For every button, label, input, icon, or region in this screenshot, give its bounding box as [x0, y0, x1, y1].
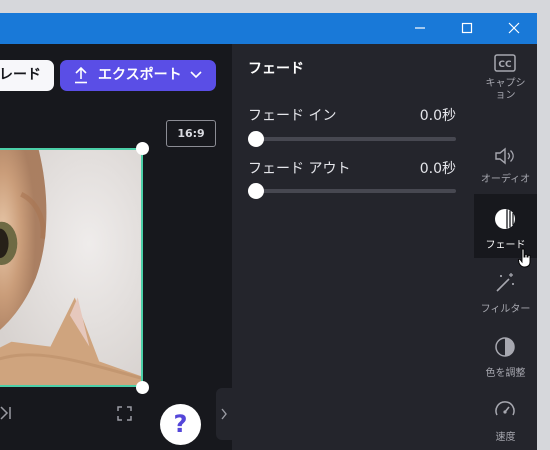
maximize-button[interactable]: [444, 13, 490, 44]
fade-icon: [495, 209, 515, 229]
aspect-ratio-button[interactable]: 16:9: [166, 120, 216, 147]
slider-handle[interactable]: [248, 183, 264, 199]
rail-item-audio[interactable]: オーディオ: [474, 130, 537, 194]
tool-rail: CC キャプション オーディオ フェード フィルター 色を調整 速度: [474, 44, 537, 450]
panel-collapse-tab[interactable]: [216, 388, 232, 440]
fade-in-label: フェード イン: [248, 108, 337, 124]
maximize-icon: [461, 22, 473, 34]
rail-item-label: フィルター: [480, 304, 531, 315]
rail-item-caption[interactable]: CC キャプション: [474, 44, 537, 114]
cat-video-frame: [0, 150, 141, 385]
rail-item-label: 速度: [495, 432, 516, 443]
skip-forward-icon[interactable]: [0, 406, 12, 420]
slider-handle[interactable]: [248, 131, 264, 147]
help-button[interactable]: ?: [160, 404, 201, 445]
panel-title: フェード: [248, 61, 304, 77]
upload-icon: [75, 67, 87, 84]
fade-out-value: 0.0秒: [419, 161, 456, 177]
fade-panel: フェード フェード イン 0.0秒 フェード アウト 0.0秒: [232, 44, 474, 450]
close-icon: [508, 22, 520, 34]
rail-item-speed[interactable]: 速度: [474, 386, 537, 450]
chevron-right-icon: [221, 408, 227, 420]
fade-in-slider[interactable]: [248, 131, 456, 147]
fullscreen-icon[interactable]: [117, 406, 132, 421]
contrast-icon: [495, 337, 515, 357]
export-label: エクスポート: [98, 67, 182, 83]
export-button[interactable]: エクスポート: [60, 60, 216, 91]
resize-handle[interactable]: [136, 142, 149, 155]
slider-track: [248, 137, 456, 141]
minimize-icon: [415, 27, 425, 29]
chevron-down-icon: [190, 71, 202, 79]
rail-item-label: キャプション: [485, 78, 526, 101]
editor-area: レード エクスポート 16:9 ?: [0, 44, 232, 450]
app-window: レード エクスポート 16:9 ? フェード フェード イン 0.0秒 フェード…: [0, 13, 537, 450]
rail-item-fade[interactable]: フェード: [474, 194, 537, 268]
magic-wand-icon: [496, 273, 514, 292]
title-bar: [0, 13, 537, 44]
rail-item-color[interactable]: 色を調整: [474, 322, 537, 386]
speedometer-icon: [495, 401, 515, 416]
video-canvas[interactable]: [0, 148, 143, 387]
rail-item-filter[interactable]: フィルター: [474, 258, 537, 322]
speaker-icon: [495, 147, 514, 165]
rail-item-label: 色を調整: [485, 368, 526, 379]
fade-in-value: 0.0秒: [419, 108, 456, 124]
rail-item-label: オーディオ: [480, 174, 531, 185]
fade-out-slider[interactable]: [248, 183, 456, 199]
minimize-button[interactable]: [397, 13, 443, 44]
svg-text:CC: CC: [498, 60, 512, 70]
close-button[interactable]: [491, 13, 537, 44]
fade-out-label: フェード アウト: [248, 161, 351, 177]
cc-icon: CC: [494, 54, 516, 72]
slider-track: [248, 189, 456, 193]
upgrade-button[interactable]: レード: [0, 60, 54, 91]
resize-handle[interactable]: [136, 381, 149, 394]
